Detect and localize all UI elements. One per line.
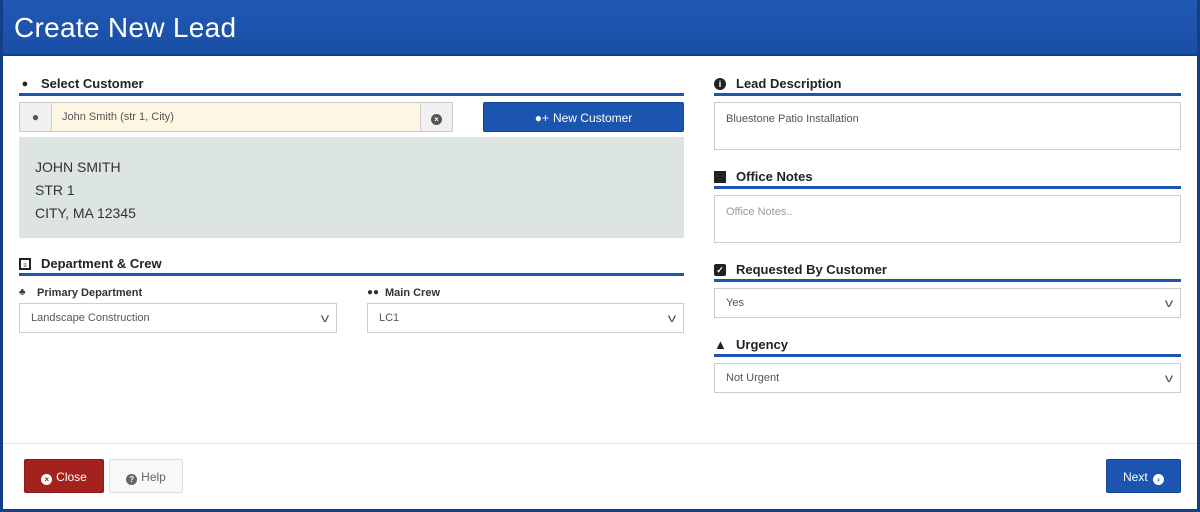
chevron-down-icon: v	[320, 311, 330, 325]
heading-text: Select Customer	[41, 76, 144, 91]
requested-by-customer-select[interactable]: Yes v	[714, 288, 1181, 318]
button-label: Help	[141, 470, 166, 484]
close-button[interactable]: × Close	[24, 459, 104, 493]
sticky-note-icon	[714, 171, 726, 183]
urgency-select[interactable]: Not Urgent v	[714, 363, 1181, 393]
chevron-down-icon: v	[1164, 296, 1174, 310]
main-crew-select[interactable]: LC1 v	[367, 303, 684, 333]
clear-customer-button[interactable]: ×	[420, 103, 452, 131]
select-customer-heading: ● Select Customer	[19, 76, 684, 96]
label-text: Primary Department	[37, 287, 143, 299]
help-button[interactable]: ? Help	[109, 459, 183, 493]
requested-by-customer-heading: ✓ Requested By Customer	[714, 262, 1181, 282]
heading-text: Office Notes	[736, 169, 813, 184]
next-button[interactable]: Next ›	[1106, 459, 1181, 493]
address-city: CITY, MA 12345	[35, 205, 136, 221]
textarea-value: Bluestone Patio Installation	[726, 113, 859, 125]
customer-search-input[interactable]: ● John Smith (str 1, City) ×	[19, 102, 453, 132]
warning-icon: ▲	[714, 337, 727, 352]
button-label: Next	[1122, 470, 1148, 484]
chevron-down-icon: v	[1164, 371, 1174, 385]
user-plus-icon: ●+	[534, 111, 549, 125]
urgency-heading: ▲ Urgency	[714, 337, 1181, 357]
question-circle-icon: ?	[126, 474, 138, 485]
customer-address-card: JOHN SMITH STR 1 CITY, MA 12345	[19, 137, 684, 238]
new-customer-button[interactable]: ●+ New Customer	[483, 102, 684, 132]
lead-description-textarea[interactable]: Bluestone Patio Installation	[714, 102, 1181, 150]
clear-icon: ×	[431, 114, 442, 125]
heading-text: Lead Description	[736, 76, 842, 91]
main-crew-label: ●● Main Crew	[367, 287, 440, 299]
placeholder-text: Office Notes..	[726, 206, 793, 218]
address-street: STR 1	[35, 182, 75, 198]
users-icon: ●●	[367, 287, 380, 298]
sitemap-icon: ♣	[19, 287, 26, 298]
address-name: JOHN SMITH	[35, 159, 121, 175]
close-circle-icon: ×	[41, 474, 53, 485]
select-value: Landscape Construction	[31, 312, 150, 324]
heading-text: Department & Crew	[41, 256, 162, 271]
footer-divider	[3, 443, 1197, 444]
lead-description-heading: i Lead Description	[714, 76, 1181, 96]
button-label: Close	[56, 470, 87, 484]
select-value: Not Urgent	[726, 372, 780, 384]
primary-department-select[interactable]: Landscape Construction v	[19, 303, 337, 333]
office-notes-heading: Office Notes	[714, 169, 1181, 189]
id-card-icon: ≡	[19, 258, 31, 270]
info-icon: i	[714, 78, 726, 90]
chevron-down-icon: v	[667, 311, 677, 325]
check-square-icon: ✓	[714, 264, 726, 276]
office-notes-textarea[interactable]: Office Notes..	[714, 195, 1181, 243]
department-crew-heading: ≡ Department & Crew	[19, 256, 684, 276]
primary-department-label: ♣ Primary Department	[19, 287, 142, 299]
select-value: LC1	[379, 312, 400, 324]
heading-text: Urgency	[736, 337, 789, 352]
button-label: New Customer	[552, 111, 633, 125]
user-icon: ●	[20, 103, 52, 131]
select-value: Yes	[726, 297, 744, 309]
chevron-circle-right-icon: ›	[1153, 474, 1165, 485]
customer-value: John Smith (str 1, City)	[62, 111, 174, 123]
label-text: Main Crew	[385, 287, 441, 299]
heading-text: Requested By Customer	[736, 262, 887, 277]
user-icon: ●	[21, 78, 29, 90]
